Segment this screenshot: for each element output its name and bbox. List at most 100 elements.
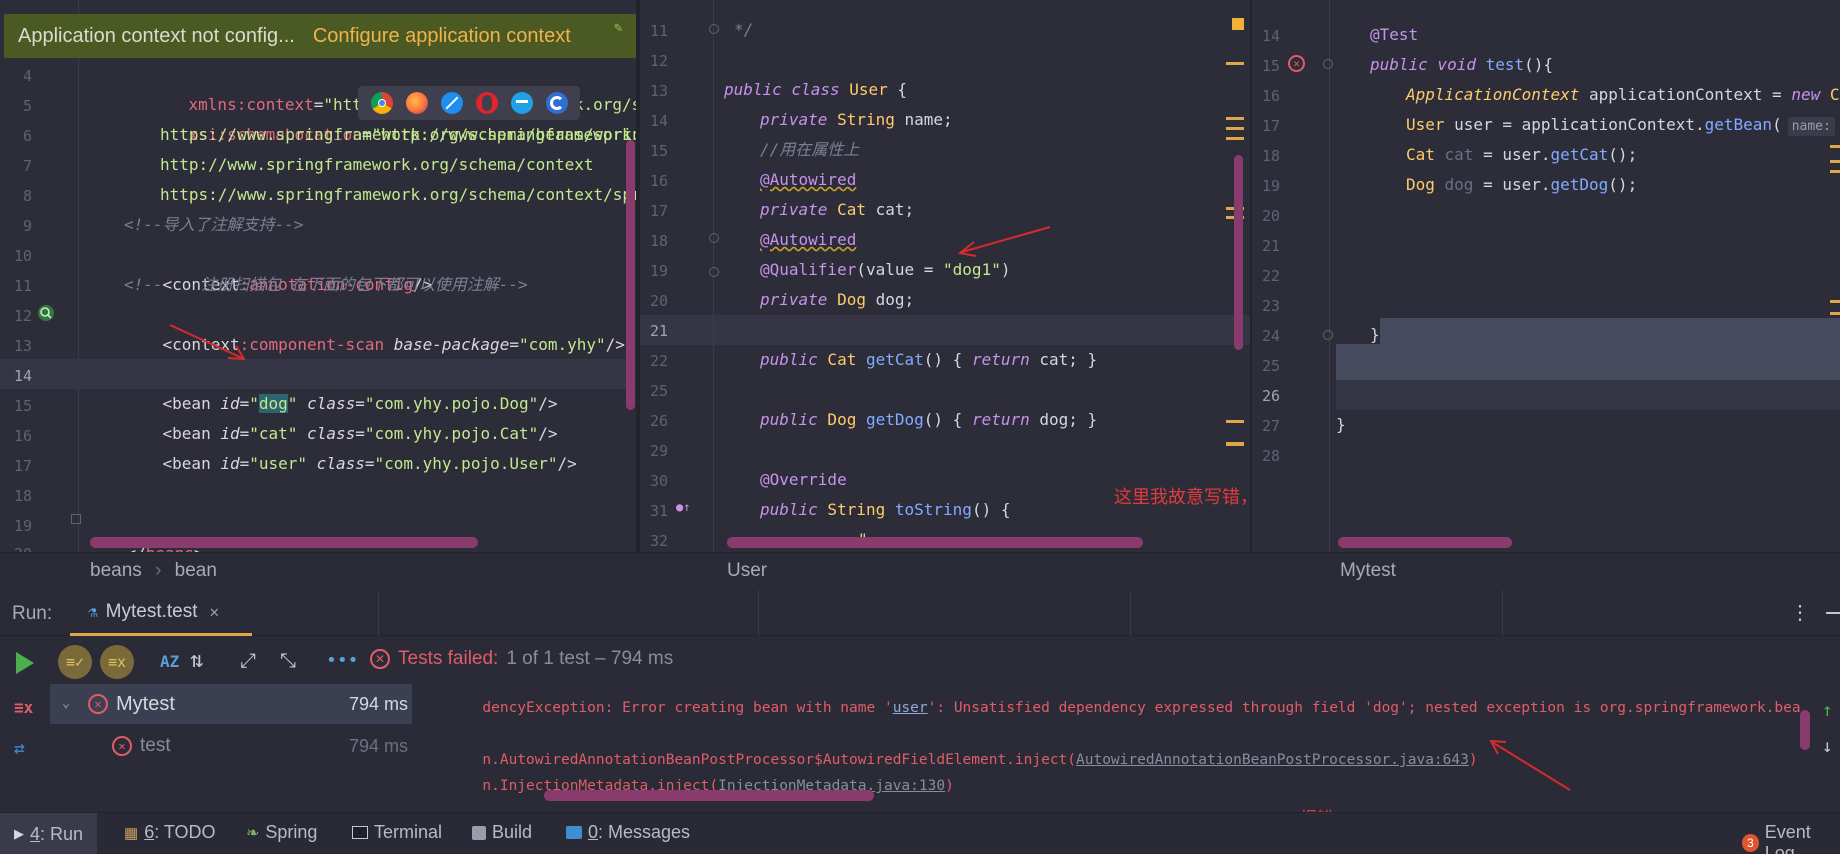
event-log-badge: 3 <box>1742 834 1759 852</box>
scroll-down-icon[interactable]: ↓ <box>1822 736 1833 757</box>
fold-icon[interactable] <box>709 24 719 34</box>
code-line: ApplicationContext applicationContext = … <box>1406 85 1840 104</box>
test-editor-pane[interactable]: 14 15 16 17 18 19 20 21 22 23 24 25 26 2… <box>1252 0 1840 552</box>
test-tree: ⌄ ✕ Mytest 794 ms ✕ test 794 ms <box>50 684 412 800</box>
rerun-failed-icon[interactable]: ≡x <box>14 698 33 717</box>
line-number: 26 <box>649 412 668 430</box>
code-line: </beans> <box>88 509 204 552</box>
line-number: 15 <box>649 142 668 160</box>
run-button[interactable] <box>16 652 34 674</box>
breadcrumb-item[interactable]: User <box>727 560 767 581</box>
edge-icon[interactable] <box>545 92 568 114</box>
more-icon[interactable]: ••• <box>326 650 359 671</box>
run-tab[interactable]: ⚗ Mytest.test ✕ <box>70 590 252 636</box>
scroll-up-icon[interactable]: ↑ <box>1822 700 1833 721</box>
tree-item-time: 794 ms <box>348 694 408 714</box>
code-line: <bean id="cat" class="com.yhy.pojo.Cat"/… <box>162 424 558 443</box>
inspection-marker <box>1226 62 1244 65</box>
tool-window-build[interactable]: Build <box>472 822 532 843</box>
minimize-icon[interactable] <box>1826 612 1840 614</box>
inspection-marker <box>1226 117 1244 120</box>
close-icon[interactable]: ✕ <box>210 602 220 621</box>
line-number: 20 <box>649 292 668 310</box>
opera-icon[interactable] <box>475 92 498 114</box>
configure-application-context-link[interactable]: Configure application context <box>313 25 571 48</box>
run-tab-bar: Run: ⚗ Mytest.test ✕ ⋮ <box>0 590 1840 636</box>
tree-item-name: Mytest <box>116 693 175 715</box>
safari-icon[interactable] <box>440 92 463 114</box>
show-passed-button[interactable]: ≡✓ <box>58 645 92 679</box>
console-vertical-scrollbar[interactable] <box>1800 710 1810 750</box>
line-number: 27 <box>1261 417 1280 435</box>
breadcrumb-item[interactable]: Mytest <box>1340 560 1396 581</box>
tool-window-terminal[interactable]: Terminal <box>352 822 442 843</box>
tree-item-name[interactable]: test <box>140 735 171 757</box>
test-horizontal-scrollbar[interactable] <box>1338 537 1512 548</box>
line-number: 25 <box>1261 357 1280 375</box>
tool-window-run[interactable]: ▶ 4: Run <box>0 813 98 854</box>
line-number: 13 <box>649 82 668 100</box>
ie-icon[interactable] <box>510 92 533 114</box>
chevron-down-icon[interactable]: ⌄ <box>62 696 70 711</box>
code-line: */ <box>734 20 754 39</box>
collapse-all-icon[interactable]: ⤡ <box>280 648 296 672</box>
line-number: 26 <box>1261 387 1280 405</box>
test-failed-icon[interactable]: ✕ <box>1288 55 1305 72</box>
breadcrumb-item[interactable]: beans <box>90 560 142 581</box>
fold-icon[interactable] <box>71 514 81 524</box>
fold-icon[interactable] <box>1323 330 1333 340</box>
user-horizontal-scrollbar[interactable] <box>727 537 1143 548</box>
console-horizontal-scrollbar[interactable] <box>544 790 874 801</box>
inspection-marker <box>1830 170 1840 173</box>
pane-divider[interactable] <box>1250 0 1252 552</box>
tool-window-todo[interactable]: ▦ 6: TODO <box>124 822 216 843</box>
xml-horizontal-scrollbar[interactable] <box>90 537 478 548</box>
fold-icon[interactable] <box>1323 59 1333 69</box>
line-number: 12 <box>649 52 668 70</box>
line-number: 7 <box>22 157 32 175</box>
override-icon[interactable]: ●↑ <box>676 500 690 514</box>
todo-icon: ▦ <box>124 824 139 842</box>
code-line: public class User { <box>724 80 908 99</box>
line-number: 16 <box>649 172 668 190</box>
line-number: 18 <box>1261 147 1280 165</box>
user-editor-pane[interactable]: 11 12 13 14 15 16 17 18 19 20 21 22 25 2… <box>640 0 1250 552</box>
pane-divider[interactable] <box>636 0 640 552</box>
show-ignored-button[interactable]: ≡x <box>100 645 134 679</box>
code-line: User user = applicationContext.getBean(n… <box>1406 110 1840 140</box>
line-number: 23 <box>1261 297 1280 315</box>
fold-icon[interactable] <box>709 233 719 243</box>
tool-window-spring[interactable]: ❧ Spring <box>246 822 317 843</box>
sort-alphabetically-icon[interactable]: AZ <box>160 652 179 671</box>
search-icon[interactable] <box>38 305 54 321</box>
fold-icon[interactable] <box>709 267 719 277</box>
console-link[interactable]: user <box>893 700 928 716</box>
expand-all-icon[interactable]: ⤢ <box>240 648 256 672</box>
chrome-icon[interactable] <box>370 92 393 114</box>
console-output[interactable]: dencyException: Error creating bean with… <box>430 680 1800 802</box>
line-number: 21 <box>649 322 668 340</box>
code-line: <!--导入了注解支持--> <box>124 215 304 234</box>
sort-by-duration-icon[interactable]: ⇅ <box>190 648 203 673</box>
toggle-auto-test-icon[interactable]: ⇄ <box>14 738 25 759</box>
edit-icon[interactable]: ✎ <box>614 20 628 36</box>
firefox-icon[interactable] <box>405 92 428 114</box>
status-label: Tests failed: <box>398 648 499 669</box>
console-link[interactable]: AutowiredAnnotationBeanPostProcessor.jav… <box>1076 752 1469 768</box>
line-number: 11 <box>649 22 668 40</box>
line-number: 18 <box>13 487 32 505</box>
user-vertical-scrollbar[interactable] <box>1234 155 1243 350</box>
line-number: 20 <box>1261 207 1280 225</box>
code-line: } <box>1336 415 1346 434</box>
annotation-arrow <box>1489 739 1571 791</box>
tool-window-messages[interactable]: 0: Messages <box>566 822 690 843</box>
more-options-icon[interactable]: ⋮ <box>1790 600 1810 624</box>
breadcrumb-item[interactable]: bean <box>175 560 217 581</box>
event-log[interactable]: 3 Event Log <box>1742 822 1840 854</box>
xml-vertical-scrollbar[interactable] <box>626 140 635 410</box>
inspection-marker <box>1226 443 1244 446</box>
code-line: @Test <box>1370 25 1419 44</box>
code-line: <bean id="user" class="com.yhy.pojo.User… <box>162 454 577 473</box>
annotation-arrow <box>957 226 1051 257</box>
xml-editor-pane[interactable]: 4 5 6 7 8 9 10 11 12 13 14 15 16 17 18 1… <box>0 0 636 552</box>
